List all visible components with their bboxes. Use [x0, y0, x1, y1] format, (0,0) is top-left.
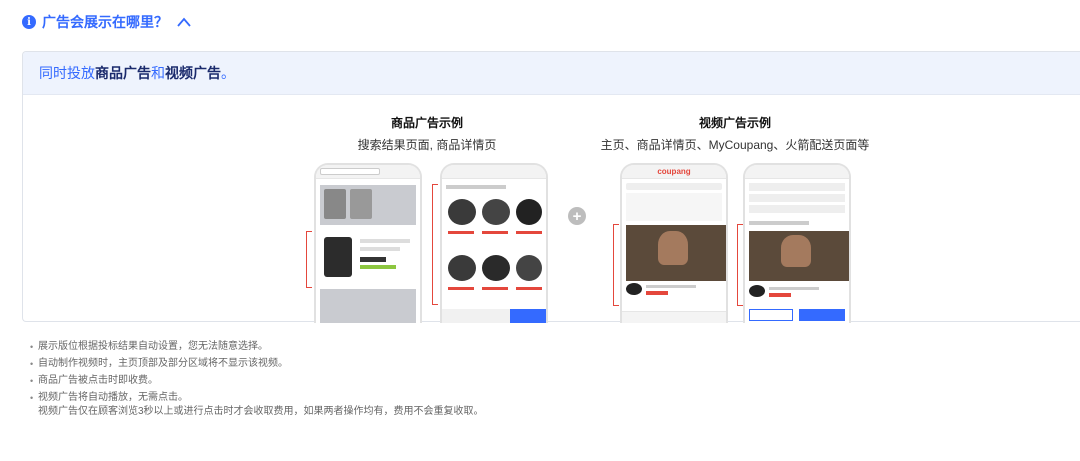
video-example-heading: 视频广告示例 主页、商品详情页、MyCoupang、火箭配送页面等: [590, 114, 880, 153]
product-ad-bracket-1: [306, 231, 312, 288]
ad-placement-panel: 同时投放 商品广告和视频广告。: [22, 51, 1080, 322]
notes-list: 展示版位根据投标结果自动设置，您无法随意选择。 自动制作视频时，主页顶部及部分区…: [30, 340, 484, 419]
plus-icon: +: [568, 207, 586, 225]
note-item: 自动制作视频时，主页顶部及部分区域将不显示该视频。: [30, 357, 484, 371]
video-example-title: 视频广告示例: [698, 116, 771, 130]
product-example-heading: 商品广告示例 搜索结果页面, 商品详情页: [332, 114, 522, 153]
note-item: 视频广告将自动播放，无需点击。视频广告仅在顾客浏览3秒以上或进行点击时才会收取费…: [30, 391, 484, 419]
panel-head-prefix: 同时投放: [39, 65, 95, 81]
note-item: 展示版位根据投标结果自动设置，您无法随意选择。: [30, 340, 484, 354]
panel-head-and: 和: [151, 65, 165, 81]
coupang-logo: coupang: [657, 167, 691, 176]
phone-mockup-home-video: coupang: [620, 163, 728, 323]
panel-head-suffix: 。: [221, 65, 235, 81]
product-ad-bracket-2: [432, 184, 438, 305]
video-ad-bracket-1: [613, 224, 619, 306]
product-example-subtitle: 搜索结果页面, 商品详情页: [357, 138, 497, 152]
product-example-title: 商品广告示例: [390, 116, 463, 130]
faq-title: 广告会展示在哪里？: [42, 14, 168, 30]
note-item: 商品广告被点击时即收费。: [30, 374, 484, 388]
phone-mockup-detail: [440, 163, 548, 323]
phone-mockup-detail-video: [743, 163, 851, 323]
chevron-up-icon[interactable]: [177, 17, 191, 27]
video-example-subtitle: 主页、商品详情页、MyCoupang、火箭配送页面等: [600, 138, 870, 152]
phone-mockup-search: [314, 163, 422, 323]
info-icon: i: [22, 15, 36, 29]
panel-header: 同时投放 商品广告和视频广告。: [23, 52, 1080, 95]
faq-toggle[interactable]: i 广告会展示在哪里？: [22, 12, 191, 32]
panel-head-product: 商品广告: [95, 65, 151, 81]
panel-head-video: 视频广告: [165, 65, 221, 81]
